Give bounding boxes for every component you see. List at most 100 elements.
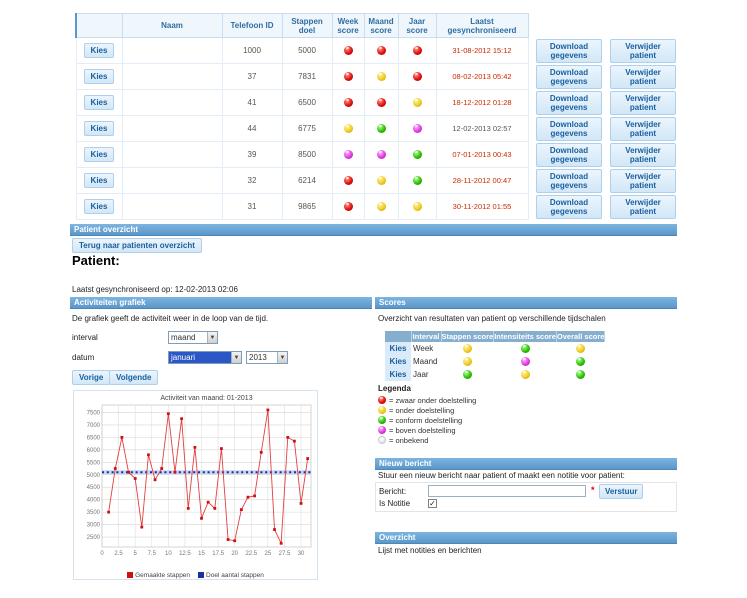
month-select[interactable]: januari ▼	[168, 351, 242, 364]
x-tick-label: 27.5	[279, 551, 291, 557]
year-score-orb	[413, 202, 422, 211]
delete-button[interactable]: Verwijder patient	[610, 143, 676, 167]
note-label: Is Notitie	[379, 499, 410, 508]
y-tick-label: 3500	[87, 510, 101, 516]
legend-orb-magenta	[378, 426, 386, 434]
download-button[interactable]: Download gegevens	[536, 39, 602, 63]
kies-button[interactable]: Kies	[84, 147, 115, 162]
table-row: Kies41650018-12-2012 01:28Download gegev…	[76, 90, 668, 116]
message-input[interactable]	[428, 485, 586, 497]
send-button[interactable]: Verstuur	[599, 484, 643, 499]
data-point	[306, 457, 309, 460]
week-score-orb	[344, 202, 353, 211]
delete-button[interactable]: Verwijder patient	[610, 91, 676, 115]
x-tick-label: 2.5	[114, 551, 123, 557]
legend-item-label: = conform doelstelling	[389, 416, 462, 425]
date-label: datum	[72, 353, 94, 362]
chart-description: De grafiek geeft de activiteit weer in d…	[72, 314, 268, 323]
y-tick-label: 3000	[87, 523, 101, 529]
chart-legend-item: Gemaakte stappen	[127, 572, 190, 579]
activity-chart-plot: 2500300035004000450050005500600065007000…	[74, 391, 317, 563]
scores-bar: Scores	[375, 297, 677, 309]
delete-button[interactable]: Verwijder patient	[610, 195, 676, 219]
phone-id-cell: 41	[222, 90, 282, 116]
kies-button[interactable]: Kies	[84, 121, 115, 136]
month-score-orb	[377, 72, 386, 81]
data-point	[300, 502, 303, 505]
y-tick-label: 5500	[87, 460, 101, 466]
overview-bar-label: Overzicht	[379, 533, 415, 542]
data-point	[174, 471, 177, 474]
legend-item-label: = zwaar onder doelstelling	[389, 396, 476, 405]
last-sync-cell: 18-12-2012 01:28	[436, 90, 528, 116]
score-legend: = zwaar onder doelstelling= onder doelst…	[378, 395, 476, 445]
table-row: KiesJaar	[385, 368, 605, 381]
download-button[interactable]: Download gegevens	[536, 143, 602, 167]
table-row: Kies31986530-11-2012 01:55Download gegev…	[76, 194, 668, 220]
year-score-orb	[413, 150, 422, 159]
back-button[interactable]: Terug naar patienten overzicht	[72, 238, 202, 253]
kies-button[interactable]: Kies	[385, 355, 411, 368]
intensiteit-score-orb	[521, 370, 530, 379]
kies-button[interactable]: Kies	[385, 342, 411, 355]
phone-id-cell: 39	[222, 142, 282, 168]
note-checkbox[interactable]: ✓	[428, 499, 437, 508]
y-tick-label: 2500	[87, 535, 101, 541]
step-goal-cell: 7831	[282, 64, 332, 90]
data-point	[247, 496, 250, 499]
x-tick-label: 12.5	[179, 551, 191, 557]
data-point	[167, 412, 170, 415]
scores-header-spacer	[385, 331, 411, 342]
download-button[interactable]: Download gegevens	[536, 65, 602, 89]
kies-button[interactable]: Kies	[385, 368, 411, 381]
kies-button[interactable]: Kies	[84, 69, 115, 84]
prev-button[interactable]: Vorige	[72, 370, 110, 385]
last-sync-cell: 07-01-2013 00:43	[436, 142, 528, 168]
overall-score-orb	[576, 370, 585, 379]
patient-name-cell	[122, 194, 222, 220]
patients-header-6: Laatst gesynchroniseerd	[436, 14, 528, 38]
year-select[interactable]: 2013 ▼	[246, 351, 288, 364]
download-button[interactable]: Download gegevens	[536, 117, 602, 141]
data-point	[253, 495, 256, 498]
download-button[interactable]: Download gegevens	[536, 91, 602, 115]
y-tick-label: 6500	[87, 435, 101, 441]
scores-description: Overzicht van resultaten van patient op …	[378, 314, 606, 323]
x-tick-label: 20	[231, 551, 238, 557]
kies-button[interactable]: Kies	[84, 43, 115, 58]
data-point	[240, 508, 243, 511]
chart-legend-label: Doel aantal stappen	[206, 572, 264, 579]
data-point	[280, 542, 283, 545]
kies-button[interactable]: Kies	[84, 95, 115, 110]
step-goal-cell: 6775	[282, 116, 332, 142]
x-tick-label: 17.5	[212, 551, 224, 557]
kies-button[interactable]: Kies	[84, 173, 115, 188]
table-row: Kies1000500031-08-2012 15:12Download geg…	[76, 38, 668, 64]
kies-button[interactable]: Kies	[84, 199, 115, 214]
download-button[interactable]: Download gegevens	[536, 169, 602, 193]
table-row: KiesMaand	[385, 355, 605, 368]
data-point	[147, 453, 150, 456]
month-score-orb	[377, 98, 386, 107]
week-score-orb	[344, 46, 353, 55]
activity-chart-bar-label: Activiteiten grafiek	[74, 298, 146, 307]
patient-name-cell	[122, 64, 222, 90]
chart-legend-item: Doel aantal stappen	[198, 572, 264, 579]
legend-orb-red	[378, 396, 386, 404]
download-button[interactable]: Download gegevens	[536, 195, 602, 219]
next-button[interactable]: Volgende	[109, 370, 158, 385]
steps-line	[109, 410, 308, 543]
last-sync-cell: 28-11-2012 00:47	[436, 168, 528, 194]
interval-select[interactable]: maand ▼	[168, 331, 218, 344]
delete-button[interactable]: Verwijder patient	[610, 39, 676, 63]
delete-button[interactable]: Verwijder patient	[610, 65, 676, 89]
phone-id-cell: 37	[222, 64, 282, 90]
data-point	[266, 409, 269, 412]
delete-button[interactable]: Verwijder patient	[610, 169, 676, 193]
y-tick-label: 4000	[87, 498, 101, 504]
x-tick-label: 0	[100, 551, 104, 557]
delete-button[interactable]: Verwijder patient	[610, 117, 676, 141]
intensiteit-score-orb	[521, 344, 530, 353]
patient-name-cell	[122, 168, 222, 194]
chart-legend: Gemaakte stappen Doel aantal stappen	[74, 568, 317, 582]
